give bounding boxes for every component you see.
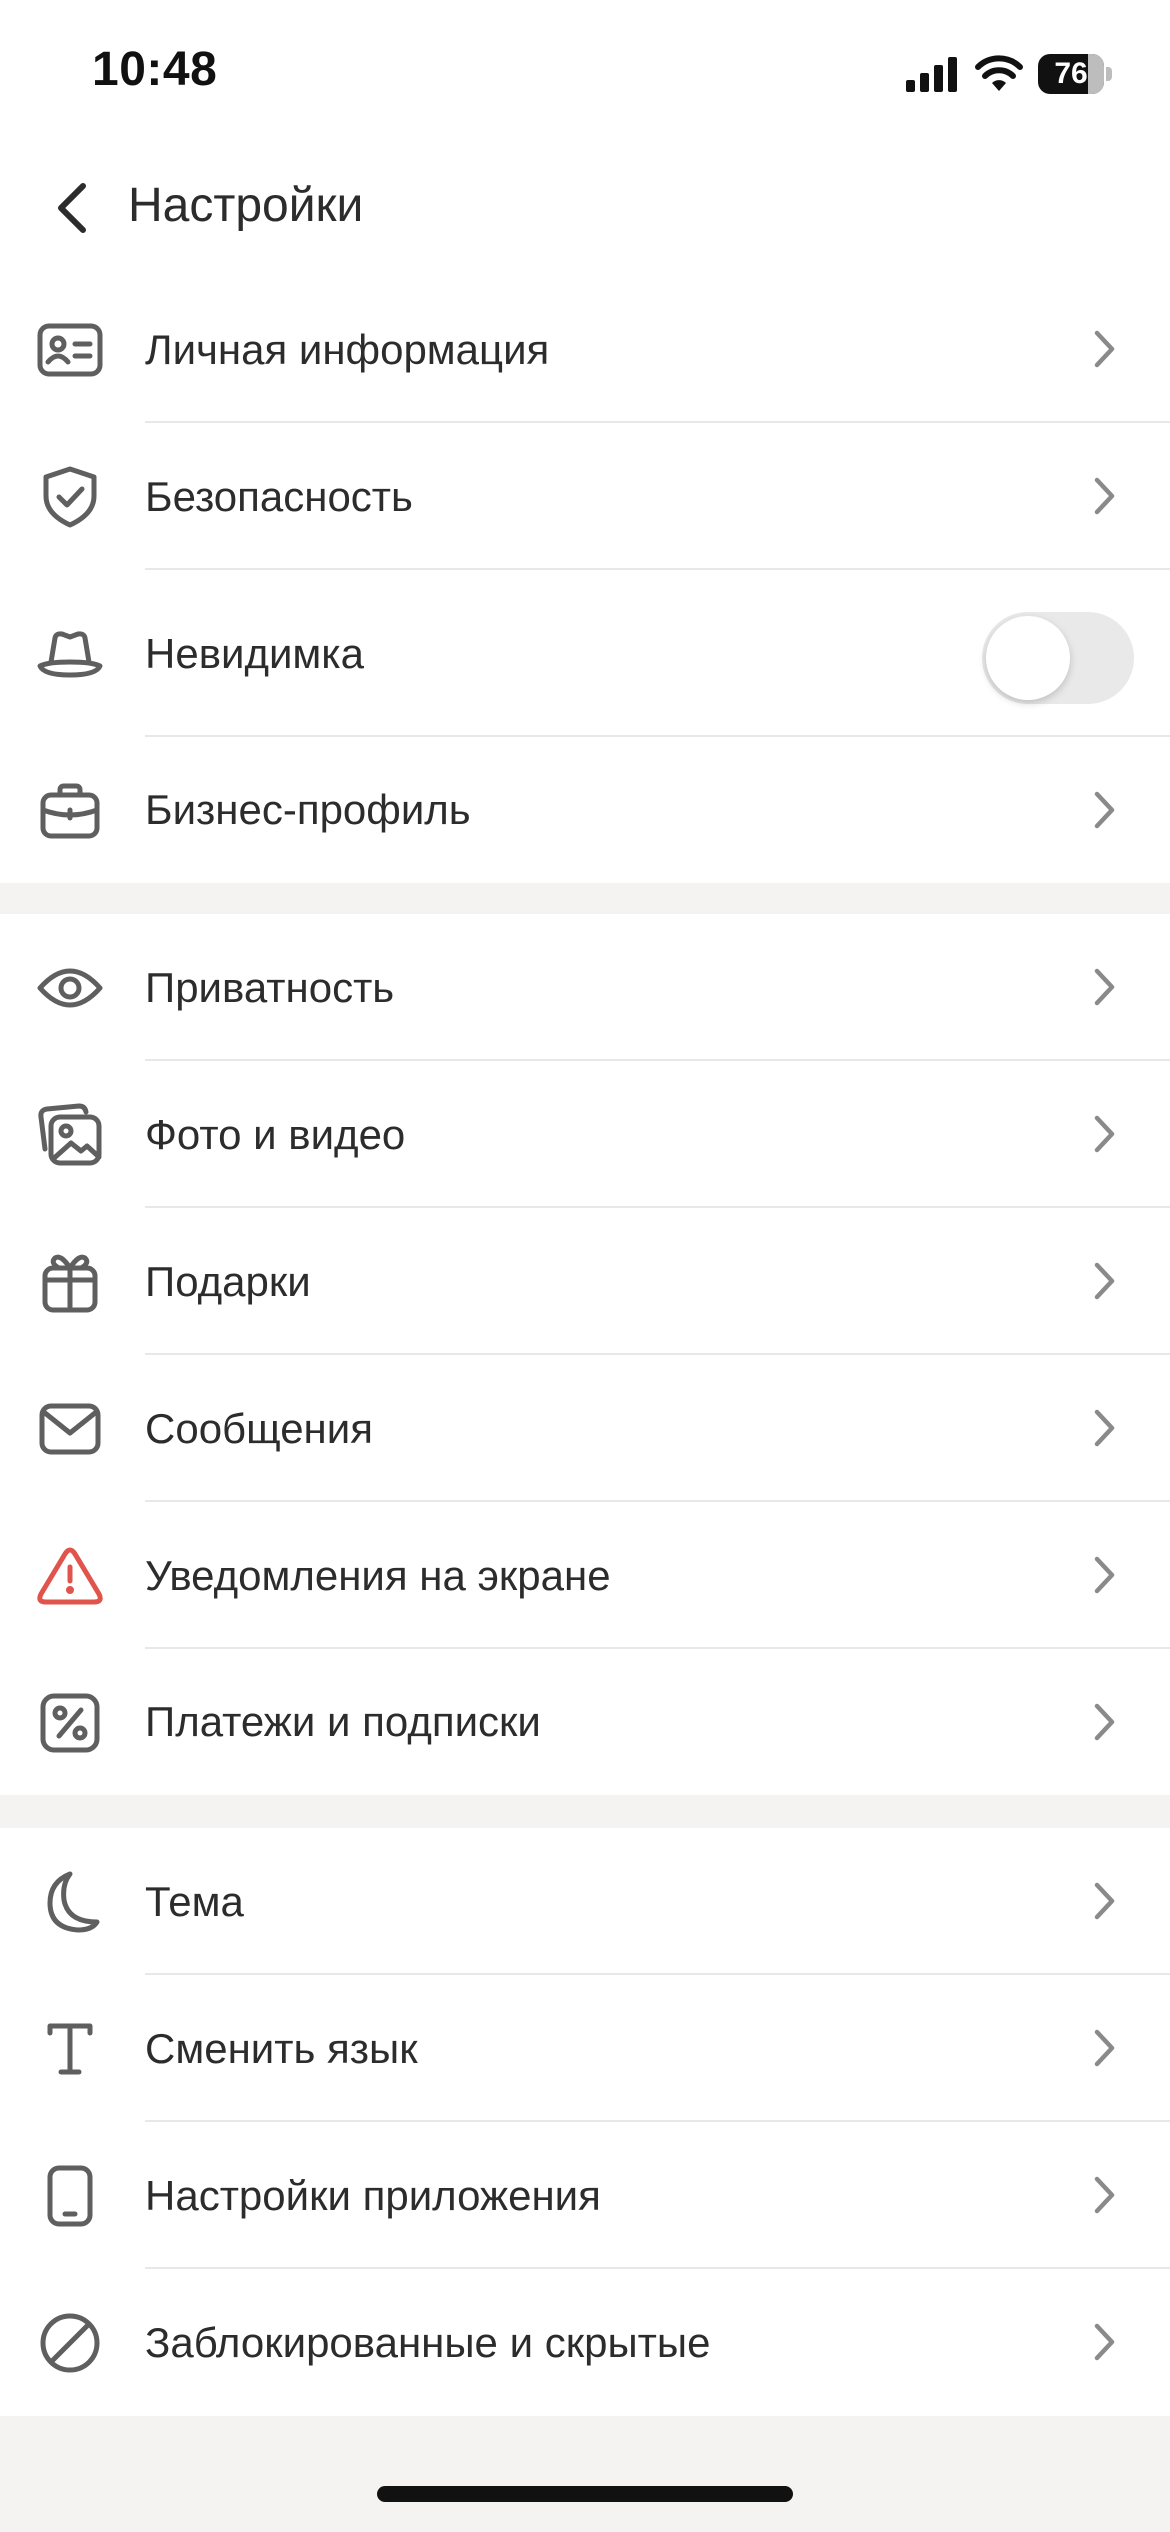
settings-row-label: Подарки [145,1258,311,1305]
briefcase-icon [36,777,104,845]
settings-section-content: Приватность Фото и видео Подарки Сообщен… [0,914,1170,1795]
page-title: Настройки [128,179,364,232]
text-t-icon [36,2015,104,2083]
chevron-right-icon [1080,1876,1130,1926]
signal-bars-icon [906,56,960,92]
settings-row-label: Приватность [145,964,395,1011]
battery-indicator: 76 [1038,54,1112,94]
chevron-right-icon [1080,471,1130,521]
id-card-icon [36,316,104,384]
settings-row-privacy[interactable]: Приватность [0,914,1170,1061]
gift-icon [36,1248,104,1316]
phone-icon [36,2162,104,2230]
settings-row-label: Бизнес-профиль [145,786,471,833]
settings-row-label: Сменить язык [145,2025,418,2072]
moon-icon [36,1868,104,1936]
settings-row-label: Фото и видео [145,1111,406,1158]
settings-row-photos-videos[interactable]: Фото и видео [0,1061,1170,1208]
chevron-right-icon [1080,2023,1130,2073]
settings-row-label: Личная информация [145,326,550,373]
eye-icon [36,954,104,1022]
settings-row-screen-notifications[interactable]: Уведомления на экране [0,1502,1170,1649]
settings-row-label: Заблокированные и скрытые [145,2319,711,2366]
settings-row-business-profile[interactable]: Бизнес-профиль [0,737,1170,883]
settings-row-blocked[interactable]: Заблокированные и скрытые [0,2269,1170,2416]
photos-icon [36,1101,104,1169]
chevron-right-icon [1080,1550,1130,1600]
hat-icon [36,620,104,688]
shield-check-icon [36,463,104,531]
home-indicator[interactable] [377,2486,793,2502]
status-bar: 10:48 76 [0,0,1170,140]
chevron-right-icon [1080,1403,1130,1453]
block-icon [36,2309,104,2377]
settings-row-label: Тема [145,1878,244,1925]
settings-row-security[interactable]: Безопасность [0,423,1170,570]
settings-row-gifts[interactable]: Подарки [0,1208,1170,1355]
back-button[interactable] [40,176,104,240]
settings-row-messages[interactable]: Сообщения [0,1355,1170,1502]
settings-row-label: Сообщения [145,1405,373,1452]
settings-row-label: Уведомления на экране [145,1552,611,1599]
percent-icon [36,1689,104,1757]
chevron-right-icon [1080,962,1130,1012]
nav-bar: Настройки [0,140,1170,276]
settings-row-label: Невидимка [145,630,364,677]
chevron-right-icon [1080,1697,1130,1747]
settings-row-label: Настройки приложения [145,2172,601,2219]
wifi-icon [974,55,1024,93]
status-time: 10:48 [92,43,218,96]
settings-section-account: Личная информация Безопасность Невидимка [0,276,1170,883]
chevron-right-icon [1080,324,1130,374]
toggle-knob [986,616,1070,700]
settings-row-label: Платежи и подписки [145,1698,541,1745]
chevron-left-icon [55,182,89,234]
battery-percent: 76 [1054,57,1088,90]
settings-row-payments[interactable]: Платежи и подписки [0,1649,1170,1795]
settings-row-app-settings[interactable]: Настройки приложения [0,2122,1170,2269]
settings-row-label: Безопасность [145,473,413,520]
settings-section-app: Тема Сменить язык Настройки приложения З… [0,1828,1170,2416]
warning-icon [36,1542,104,1610]
incognito-toggle[interactable] [982,612,1134,704]
chevron-right-icon [1080,2170,1130,2220]
settings-row-language[interactable]: Сменить язык [0,1975,1170,2122]
settings-row-personal-info[interactable]: Личная информация [0,276,1170,423]
chevron-right-icon [1080,1109,1130,1159]
status-icons: 76 [906,50,1112,98]
chevron-right-icon [1080,785,1130,835]
chevron-right-icon [1080,1256,1130,1306]
chevron-right-icon [1080,2317,1130,2367]
envelope-icon [36,1395,104,1463]
settings-row-theme[interactable]: Тема [0,1828,1170,1975]
settings-row-incognito: Невидимка [0,570,1170,737]
